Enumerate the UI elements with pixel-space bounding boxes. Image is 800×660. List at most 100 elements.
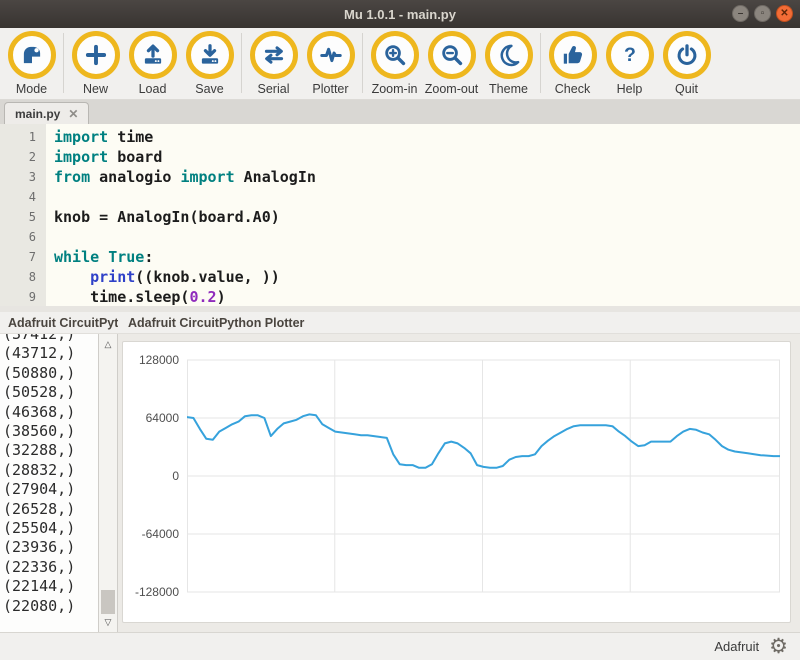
serial-value: (22336,) xyxy=(3,558,98,577)
close-button[interactable]: ✕ xyxy=(776,5,793,22)
gear-icon[interactable]: ⚙ xyxy=(769,636,788,657)
serial-value: (37412,) xyxy=(3,334,98,344)
toolbar-button-label: New xyxy=(83,82,108,96)
serial-value: (28832,) xyxy=(3,461,98,480)
toolbar-button-label: Help xyxy=(617,82,643,96)
pane-title-row: Adafruit CircuitPyt... Adafruit CircuitP… xyxy=(0,312,800,334)
status-bar: Adafruit ⚙ xyxy=(0,632,800,660)
svg-text:?: ? xyxy=(624,44,636,66)
serial-value: (27904,) xyxy=(3,480,98,499)
plotter-button[interactable]: Plotter xyxy=(302,31,359,99)
quit-icon xyxy=(663,31,711,79)
line-number: 8 xyxy=(0,267,36,287)
line-number: 9 xyxy=(0,287,36,306)
line-number: 6 xyxy=(0,227,36,247)
code-line: while True: xyxy=(54,247,800,267)
tab-label: main.py xyxy=(15,107,60,121)
serial-value: (26528,) xyxy=(3,500,98,519)
serial-value: (22144,) xyxy=(3,577,98,596)
gutter: 123456789 xyxy=(0,124,46,306)
toolbar-button-label: Load xyxy=(139,82,167,96)
toolbar-button-label: Check xyxy=(555,82,590,96)
help-icon: ? xyxy=(606,31,654,79)
tab-main-py[interactable]: main.py ✕ xyxy=(4,102,89,124)
quit-button[interactable]: Quit xyxy=(658,31,715,99)
theme-button[interactable]: Theme xyxy=(480,31,537,99)
mu-editor-window: Mu 1.0.1 - main.py – ▫ ✕ Mode New Load Save… xyxy=(0,0,800,660)
zoom-in-icon xyxy=(371,31,419,79)
toolbar-button-label: Serial xyxy=(258,82,290,96)
toolbar-button-label: Plotter xyxy=(312,82,348,96)
serial-value: (50880,) xyxy=(3,364,98,383)
tab-close-icon[interactable]: ✕ xyxy=(68,107,78,121)
y-axis-tick-label: -128000 xyxy=(135,585,179,599)
line-number: 1 xyxy=(0,127,36,147)
toolbar: Mode New Load Save Serial Plotter Zoom-in Zoom-… xyxy=(0,28,800,100)
new-button[interactable]: New xyxy=(67,31,124,99)
bottom-panes: (37412,)(43712,)(50880,)(50528,)(46368,)… xyxy=(0,334,800,632)
y-axis-tick-label: 0 xyxy=(172,469,179,483)
code-line: time.sleep(0.2) xyxy=(54,287,800,306)
toolbar-button-label: Zoom-out xyxy=(425,82,479,96)
check-button[interactable]: Check xyxy=(544,31,601,99)
new-icon xyxy=(72,31,120,79)
minimize-button[interactable]: – xyxy=(732,5,749,22)
code-area[interactable]: import timeimport boardfrom analogio imp… xyxy=(46,124,800,306)
y-axis-tick-label: -64000 xyxy=(142,527,179,541)
code-line: import time xyxy=(54,127,800,147)
y-axis-tick-label: 64000 xyxy=(146,411,179,425)
scrollbar-thumb[interactable] xyxy=(101,590,115,614)
theme-icon xyxy=(485,31,533,79)
save-icon xyxy=(186,31,234,79)
mode-button[interactable]: Mode xyxy=(3,31,60,99)
serial-scrollbar[interactable]: △ ▽ xyxy=(98,334,117,632)
toolbar-separator xyxy=(63,33,64,93)
plotter-pane: 128000 64000 0 -64000 -128000 xyxy=(122,341,791,623)
zoom-in-button[interactable]: Zoom-in xyxy=(366,31,423,99)
toolbar-separator xyxy=(362,33,363,93)
maximize-button[interactable]: ▫ xyxy=(754,5,771,22)
y-axis-labels: 128000 64000 0 -64000 -128000 xyxy=(131,356,187,596)
load-button[interactable]: Load xyxy=(124,31,181,99)
line-number: 3 xyxy=(0,167,36,187)
toolbar-button-label: Zoom-in xyxy=(372,82,418,96)
serial-icon xyxy=(250,31,298,79)
serial-button[interactable]: Serial xyxy=(245,31,302,99)
toolbar-separator xyxy=(540,33,541,93)
code-line: from analogio import AnalogIn xyxy=(54,167,800,187)
zoom-out-button[interactable]: Zoom-out xyxy=(423,31,480,99)
code-line: print((knob.value, )) xyxy=(54,267,800,287)
mode-status-label: Adafruit xyxy=(714,639,759,654)
save-button[interactable]: Save xyxy=(181,31,238,99)
toolbar-separator xyxy=(241,33,242,93)
serial-pane-title: Adafruit CircuitPyt... xyxy=(0,316,118,330)
load-icon xyxy=(129,31,177,79)
code-line: knob = AnalogIn(board.A0) xyxy=(54,207,800,227)
help-button[interactable]: ? Help xyxy=(601,31,658,99)
serial-output-pane: (37412,)(43712,)(50880,)(50528,)(46368,)… xyxy=(0,334,118,632)
serial-value: (43712,) xyxy=(3,344,98,363)
y-axis-tick-label: 128000 xyxy=(139,353,179,367)
line-number: 4 xyxy=(0,187,36,207)
serial-output-text[interactable]: (37412,)(43712,)(50880,)(50528,)(46368,)… xyxy=(0,334,98,632)
tab-bar: main.py ✕ xyxy=(0,100,800,124)
window-controls: – ▫ ✕ xyxy=(732,5,793,22)
plot-canvas xyxy=(187,356,780,596)
scroll-down-icon[interactable]: ▽ xyxy=(99,614,117,630)
serial-value: (32288,) xyxy=(3,441,98,460)
check-icon xyxy=(549,31,597,79)
zoom-out-icon xyxy=(428,31,476,79)
code-editor: 123456789 import timeimport boardfrom an… xyxy=(0,124,800,306)
serial-value: (25504,) xyxy=(3,519,98,538)
mode-icon xyxy=(8,31,56,79)
serial-value: (22080,) xyxy=(3,597,98,616)
window-title: Mu 1.0.1 - main.py xyxy=(0,7,800,22)
toolbar-button-label: Quit xyxy=(675,82,698,96)
data-line xyxy=(187,414,780,467)
code-line: import board xyxy=(54,147,800,167)
scroll-up-icon[interactable]: △ xyxy=(99,336,117,352)
toolbar-button-label: Save xyxy=(195,82,224,96)
serial-value: (38560,) xyxy=(3,422,98,441)
line-number: 5 xyxy=(0,207,36,227)
toolbar-button-label: Theme xyxy=(489,82,528,96)
